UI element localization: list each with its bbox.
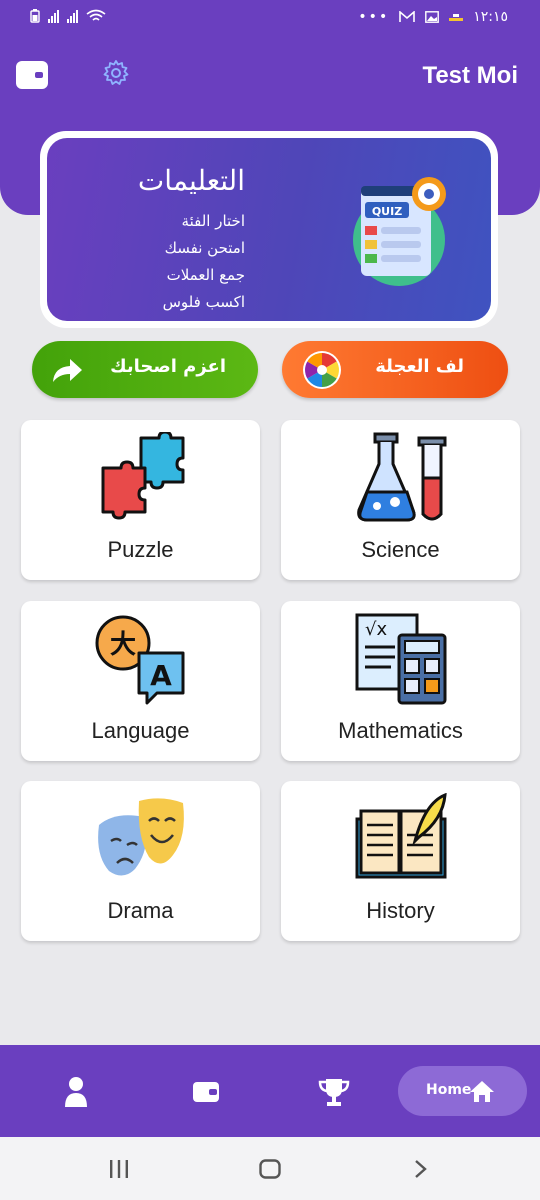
category-label: History — [366, 898, 435, 923]
app-title: Test Moi — [422, 62, 518, 89]
instruction-line: اكسب فلوس — [162, 293, 245, 311]
home-system-icon[interactable] — [259, 1159, 281, 1179]
spin-wheel-button[interactable]: لف العجلة — [282, 341, 508, 398]
gear-icon[interactable] — [101, 58, 131, 88]
gallery-icon — [425, 11, 440, 23]
status-time: ١٢:١٥ — [473, 9, 508, 25]
category-card-drama[interactable]: Drama — [21, 781, 260, 941]
category-card-language[interactable]: 大 A Language — [21, 601, 260, 761]
instruction-line: امتحن نفسك — [164, 239, 245, 257]
drama-icon — [98, 798, 184, 876]
flag-icon — [449, 14, 464, 21]
category-label: Science — [361, 537, 440, 562]
spin-wheel-icon — [303, 351, 341, 389]
home-nav-button[interactable]: Home — [398, 1066, 527, 1116]
quiz-badge-text: QUIZ — [372, 205, 402, 218]
invite-friends-button[interactable]: اعزم اصحابك — [32, 341, 258, 398]
science-icon — [357, 432, 447, 522]
category-card-mathematics[interactable]: √x Mathematics — [281, 601, 520, 761]
battery-icon — [30, 9, 40, 23]
mathematics-icon: √x — [355, 613, 447, 705]
bottom-nav: Home — [0, 1045, 540, 1137]
status-left-icons — [30, 9, 106, 23]
instructions-title: التعليمات — [137, 164, 245, 197]
language-icon: 大 A — [95, 615, 185, 705]
status-bar: ••• ١٢:١٥ — [0, 0, 540, 36]
category-label: Drama — [107, 898, 174, 923]
recent-apps-icon[interactable] — [108, 1160, 130, 1178]
trophy-icon[interactable] — [316, 1075, 352, 1109]
quiz-illustration-icon: QUIZ — [353, 177, 446, 286]
spin-wheel-label: لف العجلة — [375, 356, 464, 377]
share-arrow-icon — [53, 359, 82, 382]
category-label: Mathematics — [338, 718, 463, 743]
instruction-line: اختار الفئة — [181, 212, 245, 230]
svg-text:A: A — [150, 659, 172, 692]
svg-text:大: 大 — [110, 630, 136, 660]
instructions-lines: اختار الفئة امتحن نفسك جمع العملات اكسب … — [163, 208, 245, 316]
svg-text:√x: √x — [365, 619, 387, 640]
top-bar: Test Moi — [0, 50, 540, 102]
history-icon — [355, 793, 447, 879]
instruction-line: جمع العملات — [166, 266, 245, 284]
home-nav-label: Home — [426, 1082, 472, 1098]
profile-icon[interactable] — [58, 1075, 94, 1109]
invite-friends-label: اعزم اصحابك — [110, 356, 226, 377]
instructions-card-inner: التعليمات اختار الفئة امتحن نفسك جمع الع… — [47, 138, 491, 321]
wallet-icon[interactable] — [188, 1075, 224, 1109]
instructions-card: التعليمات اختار الفئة امتحن نفسك جمع الع… — [40, 131, 498, 328]
gmail-icon — [399, 11, 416, 22]
back-icon[interactable] — [413, 1159, 429, 1179]
more-icon: ••• — [358, 9, 390, 25]
signal-icon — [67, 9, 78, 23]
home-icon — [470, 1081, 494, 1102]
system-nav-bar — [0, 1137, 540, 1200]
signal-icon — [48, 9, 59, 23]
wifi-icon — [86, 9, 106, 21]
category-card-history[interactable]: History — [281, 781, 520, 941]
category-label: Language — [91, 718, 190, 743]
category-card-science[interactable]: Science — [281, 420, 520, 580]
wallet-button[interactable] — [16, 61, 48, 89]
category-label: Puzzle — [107, 537, 174, 562]
puzzle-icon — [101, 432, 185, 520]
status-right-icons: ••• ١٢:١٥ — [358, 9, 508, 25]
category-card-puzzle[interactable]: Puzzle — [21, 420, 260, 580]
